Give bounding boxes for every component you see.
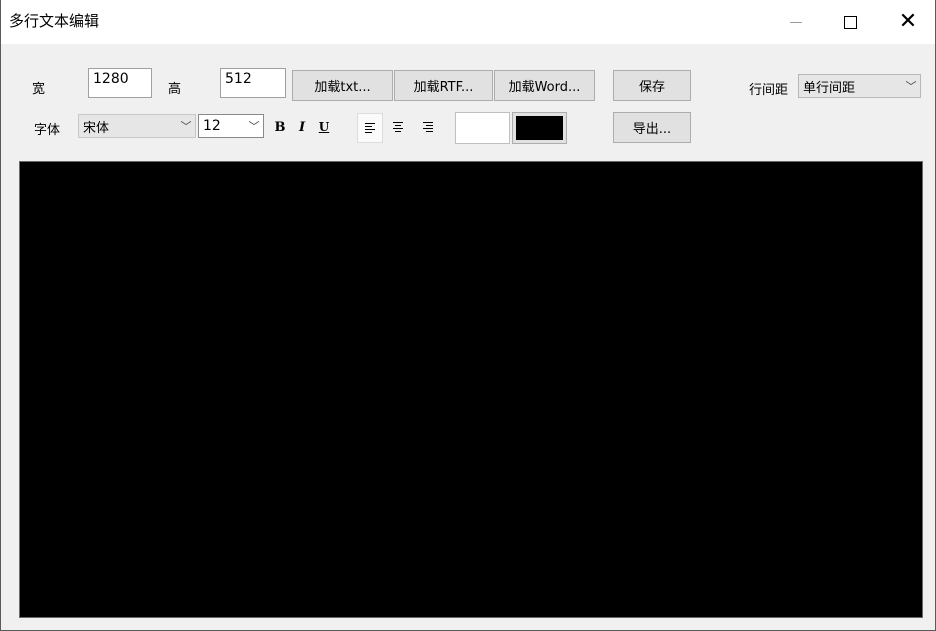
font-size-value: 12 bbox=[203, 118, 221, 134]
align-right-icon bbox=[423, 122, 433, 132]
background-color-swatch[interactable] bbox=[455, 112, 510, 144]
chevron-down-icon: ﹀ bbox=[248, 120, 260, 133]
minimize-button[interactable] bbox=[773, 0, 819, 44]
font-family-select[interactable]: 宋体 ﹀ bbox=[78, 114, 196, 138]
underline-button[interactable]: U bbox=[313, 116, 335, 138]
width-input[interactable]: 1280 bbox=[88, 68, 152, 98]
load-txt-button[interactable]: 加载txt... bbox=[292, 70, 393, 101]
width-label: 宽 bbox=[32, 82, 46, 97]
height-label: 高 bbox=[168, 82, 182, 97]
close-button[interactable]: ✕ bbox=[885, 0, 931, 44]
bold-button[interactable]: B bbox=[269, 116, 291, 138]
load-word-button[interactable]: 加载Word... bbox=[494, 70, 595, 101]
line-spacing-value: 单行间距 bbox=[803, 80, 856, 96]
align-left-icon bbox=[365, 123, 375, 133]
align-center-icon bbox=[393, 122, 403, 132]
minimize-icon bbox=[790, 21, 802, 23]
line-spacing-select[interactable]: 单行间距 ﹀ bbox=[798, 74, 921, 98]
chevron-down-icon: ﹀ bbox=[180, 120, 192, 133]
italic-button[interactable]: I bbox=[291, 116, 313, 138]
height-input[interactable]: 512 bbox=[220, 68, 286, 98]
align-right-button[interactable] bbox=[417, 116, 439, 138]
save-button[interactable]: 保存 bbox=[613, 70, 691, 101]
export-button[interactable]: 导出... bbox=[613, 112, 691, 143]
text-edit-canvas[interactable] bbox=[19, 161, 923, 618]
font-size-select[interactable]: 12 ﹀ bbox=[198, 114, 264, 138]
align-left-button[interactable] bbox=[357, 113, 383, 143]
align-center-button[interactable] bbox=[387, 116, 409, 138]
load-rtf-button[interactable]: 加载RTF... bbox=[394, 70, 493, 101]
text-color-swatch[interactable] bbox=[512, 112, 567, 144]
font-label: 字体 bbox=[34, 123, 61, 138]
main-window: 多行文本编辑 ✕ 宽 1280 高 512 加载txt... 加载RTF... … bbox=[0, 0, 936, 631]
line-spacing-label: 行间距 bbox=[749, 83, 789, 98]
maximize-icon bbox=[843, 15, 857, 29]
close-icon: ✕ bbox=[898, 9, 918, 34]
font-family-value: 宋体 bbox=[83, 120, 110, 136]
window-title: 多行文本编辑 bbox=[9, 12, 100, 30]
maximize-button[interactable] bbox=[827, 0, 873, 44]
text-color-fill bbox=[516, 116, 563, 140]
chevron-down-icon: ﹀ bbox=[905, 80, 917, 93]
title-bar: 多行文本编辑 ✕ bbox=[1, 0, 935, 44]
